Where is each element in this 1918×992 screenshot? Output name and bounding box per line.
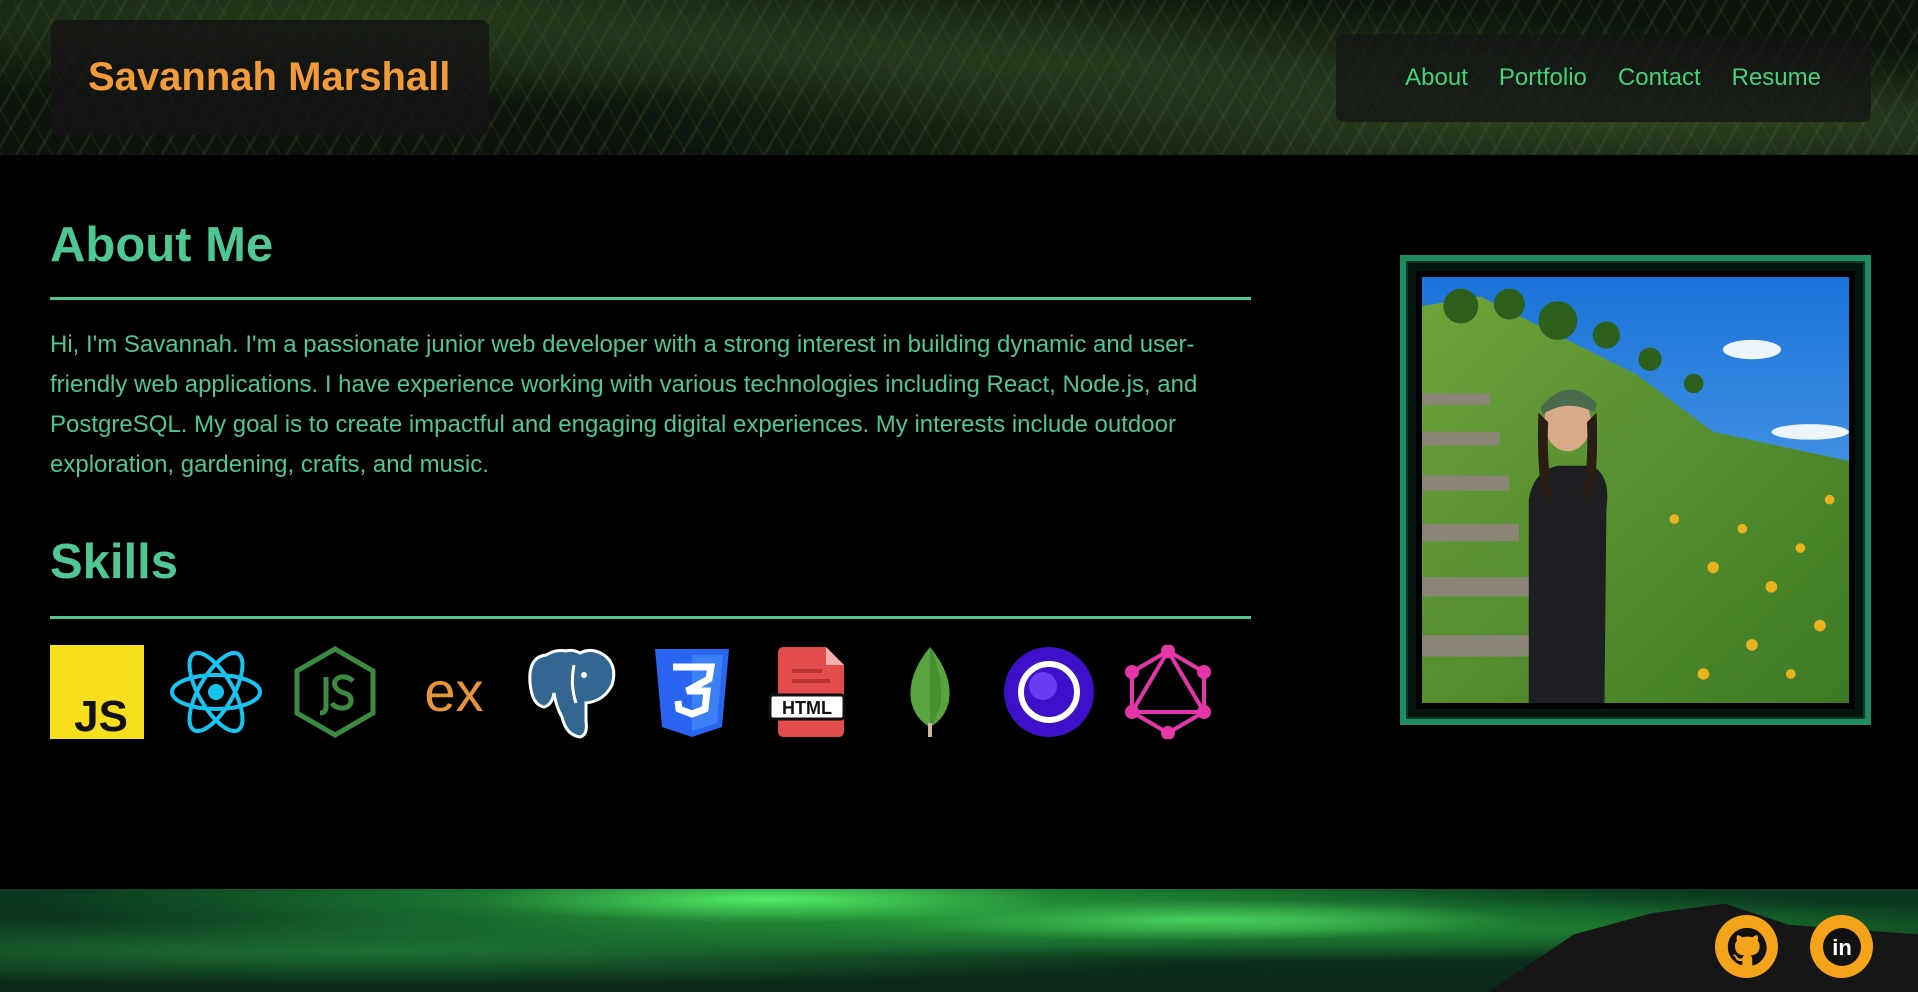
site-footer — [0, 889, 1918, 992]
javascript-label: JS — [74, 692, 128, 739]
linkedin-icon: in — [1822, 927, 1861, 966]
html-icon: HTML — [764, 645, 858, 739]
site-title[interactable]: Savannah Marshall — [88, 55, 450, 100]
nav-link-about[interactable]: About — [1405, 64, 1468, 92]
express-label: ex — [424, 660, 483, 723]
express-icon: ex — [407, 645, 501, 739]
brand-box: Savannah Marshall — [51, 20, 489, 135]
about-heading: About Me — [50, 218, 274, 272]
javascript-icon: JS — [50, 645, 144, 739]
graphql-icon — [1121, 645, 1215, 739]
linkedin-link[interactable]: in — [1810, 915, 1873, 978]
github-icon — [1727, 927, 1767, 966]
profile-photo-frame — [1400, 255, 1871, 725]
nav-link-portfolio[interactable]: Portfolio — [1499, 64, 1587, 92]
about-paragraph: Hi, I'm Savannah. I'm a passionate junio… — [50, 331, 1198, 478]
skills-heading: Skills — [50, 535, 179, 589]
react-icon — [169, 645, 263, 739]
profile-photo — [1416, 271, 1855, 709]
nav-link-resume[interactable]: Resume — [1732, 64, 1821, 92]
main-nav: About Portfolio Contact Resume — [1336, 34, 1871, 122]
about-divider — [50, 297, 1251, 300]
apollo-icon — [1002, 645, 1096, 739]
site-header: Savannah Marshall About Portfolio Contac… — [0, 0, 1918, 155]
github-link[interactable] — [1715, 915, 1778, 978]
nodejs-icon — [288, 645, 382, 739]
skills-icons: JS ex HTML — [50, 645, 1240, 739]
nav-link-contact[interactable]: Contact — [1618, 64, 1701, 92]
linkedin-label: in — [1832, 935, 1852, 960]
postgresql-icon — [526, 645, 620, 739]
html-label: HTML — [782, 698, 832, 718]
mongodb-icon — [883, 645, 977, 739]
skills-divider — [50, 616, 1251, 619]
css3-icon — [645, 645, 739, 739]
